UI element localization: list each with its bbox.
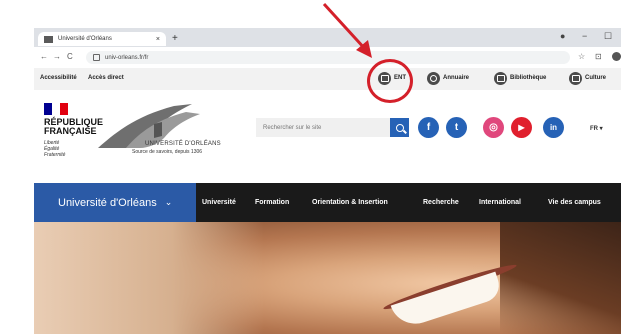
lock-icon [93, 54, 100, 61]
bibliotheque-link[interactable]: Bibliothèque [510, 75, 546, 81]
book-icon [494, 72, 507, 85]
search-button[interactable] [390, 118, 409, 137]
search-icon [427, 72, 440, 85]
site-search-input[interactable]: Rechercher sur le site [256, 118, 390, 137]
new-tab-button[interactable]: + [172, 33, 178, 44]
record-icon: ● [560, 31, 566, 41]
nav-item-formation[interactable]: Formation [255, 199, 289, 206]
language-selector[interactable]: FR ▾ [590, 125, 603, 132]
tab-title: Université d'Orléans [58, 36, 112, 42]
annotation-arrow-icon [322, 2, 372, 58]
motto-fraternite: Fraternité [44, 152, 66, 158]
linkedin-icon[interactable]: in [543, 117, 564, 138]
navbar-brand-label: Université d'Orléans [58, 196, 157, 209]
quick-access-link[interactable]: Accès direct [88, 75, 124, 81]
motto: Liberté Égalité Fraternité [44, 140, 84, 158]
profile-icon[interactable] [612, 52, 621, 61]
maximize-button[interactable]: ☐ [604, 31, 612, 42]
university-menu-button[interactable]: Université d'Orléans ⌄ [34, 183, 196, 222]
chevron-down-icon: ⌄ [164, 197, 173, 207]
forward-button[interactable]: → [53, 52, 61, 61]
search-icon [395, 123, 404, 132]
browser-tab[interactable]: Université d'Orléans × [38, 32, 166, 46]
twitter-icon[interactable]: t [446, 117, 467, 138]
reload-button[interactable]: C [67, 52, 73, 61]
extension-icon[interactable]: ⊡ [595, 52, 602, 61]
flag-white-stripe [52, 103, 60, 115]
tab-close-icon[interactable]: × [156, 36, 160, 43]
university-name: UNIVERSITÉ D'ORLÉANS [145, 141, 221, 147]
culture-link[interactable]: Culture [585, 75, 606, 81]
nav-item-vie-des-campus[interactable]: Vie des campus [548, 199, 601, 206]
nav-item-international[interactable]: International [479, 199, 521, 206]
accessibility-link[interactable]: Accessibilité [40, 75, 77, 81]
nav-item-orientation[interactable]: Orientation & Insertion [312, 199, 388, 206]
url-text: univ-orleans.fr/fr [105, 54, 149, 61]
instagram-icon[interactable]: ◎ [483, 117, 504, 138]
star-icon[interactable]: ☆ [578, 52, 585, 61]
search-placeholder: Rechercher sur le site [263, 124, 322, 131]
back-button[interactable]: ← [40, 52, 48, 61]
annuaire-link[interactable]: Annuaire [443, 75, 469, 81]
hero-background [34, 222, 264, 334]
annotation-circle [367, 59, 413, 103]
favicon-icon [44, 35, 53, 43]
university-tagline: Source de savoirs, depuis 1306 [132, 149, 203, 155]
youtube-icon[interactable]: ▶ [511, 117, 532, 138]
culture-icon [569, 72, 582, 85]
hero-hair [500, 222, 621, 334]
nav-item-recherche[interactable]: Recherche [423, 199, 459, 206]
minimize-button[interactable]: − [582, 31, 587, 41]
nav-item-universite[interactable]: Université [202, 199, 236, 206]
flag-blue-stripe [44, 103, 52, 115]
flag-red-stripe [60, 103, 68, 115]
facebook-icon[interactable]: f [418, 117, 439, 138]
